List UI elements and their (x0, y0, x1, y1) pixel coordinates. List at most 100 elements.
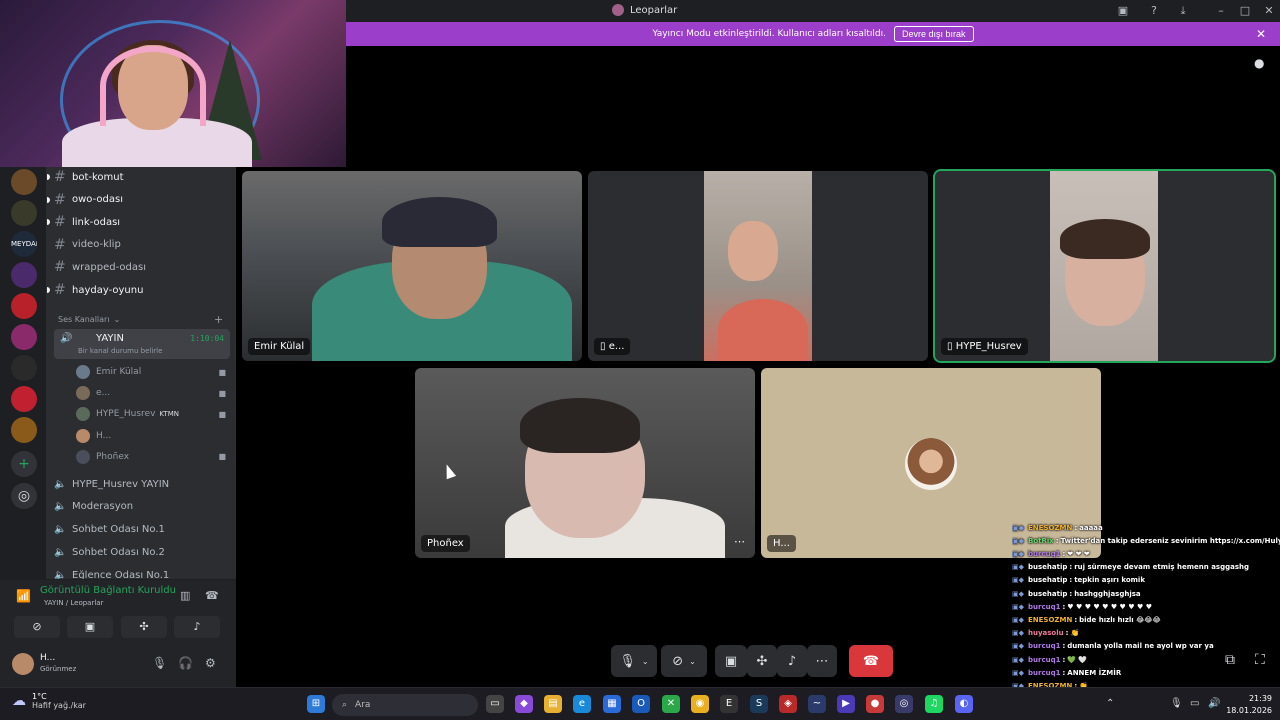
clock[interactable]: 21:39 18.01.2026 (1226, 693, 1272, 717)
chat-message: ▣◆ huyasolu: 👏 (1012, 627, 1280, 640)
microphone-button[interactable]: 🎙 ⌄ (611, 645, 657, 677)
disconnect-icon[interactable]: ☎ (205, 589, 219, 602)
disconnect-call-button[interactable]: ☎ (849, 645, 893, 677)
more-options-button[interactable]: ⋯ (807, 645, 837, 677)
channel-wrapped-odası[interactable]: # wrapped-odası (54, 257, 230, 277)
call-controls: 🎙 ⌄ ⊘ ⌄ ▣ ✣ ♪ ⋯ ☎ (611, 645, 893, 677)
server-icon[interactable] (11, 355, 37, 381)
server-icon[interactable] (11, 169, 37, 195)
epic-games-icon[interactable]: E (720, 695, 738, 713)
server-icon[interactable] (11, 200, 37, 226)
voice-channel[interactable]: 🔈 Eğlence Odası No.1 (54, 565, 230, 579)
settings-gear-icon[interactable]: ⚙ (205, 656, 216, 670)
voice-member[interactable]: Emir Külal ■ (76, 362, 230, 382)
video-tile-e[interactable]: ▯ e... (588, 171, 928, 361)
steam-icon[interactable]: S (750, 695, 768, 713)
microphone-icon[interactable]: 🎙 (1170, 698, 1183, 709)
voice-channel[interactable]: 🔈 Sohbet Odası No.2 (54, 542, 230, 562)
banner-close-icon[interactable]: ✕ (1256, 27, 1266, 41)
store-icon[interactable]: ▦ (603, 695, 621, 713)
chat-user: busehatip (1028, 589, 1068, 598)
voice-member[interactable]: Phoñex ■ (76, 447, 230, 467)
video-tile-hype-husrev[interactable]: ▯ HYPE_Husrev (933, 169, 1276, 363)
chat-text: 👏 (1070, 629, 1080, 638)
server-icon[interactable] (11, 417, 37, 443)
outlook-icon[interactable]: O (632, 695, 650, 713)
copilot-icon[interactable]: ◆ (515, 695, 533, 713)
voice-member[interactable]: H... (76, 426, 230, 446)
streamer-webcam (0, 0, 346, 167)
disable-streamer-mode-button[interactable]: Devre dışı bırak (894, 26, 974, 42)
voice-channel[interactable]: 🔈 Sohbet Odası No.1 (54, 520, 230, 540)
minimize-icon[interactable]: – (1214, 4, 1228, 18)
chat-message: ▣◆ burcuq1: dumanla yolla mail ne ayol wp … (1012, 640, 1280, 653)
video-tile-emir[interactable]: Emir Külal (242, 171, 582, 361)
channel-hayday-oyunu[interactable]: # hayday-oyunu (47, 280, 230, 300)
soundboard-button[interactable]: ♪ (174, 616, 220, 638)
chat-text: 💚 🤍 (1067, 655, 1088, 664)
headphones-icon[interactable]: 🎧 (178, 656, 193, 670)
soundboard-icon[interactable]: ▥ (180, 589, 190, 602)
app-icon[interactable]: ◎ (895, 695, 913, 713)
channel-link-odası[interactable]: # link-odası (47, 212, 230, 232)
video-tile-phonex[interactable]: Phoñex ⋯ (415, 368, 755, 558)
monitor-icon[interactable]: ▭ (1190, 698, 1199, 709)
voice-channel-yayin[interactable]: 🔊 YAYIN 1:10:04 Bir kanal durumu belirle (54, 329, 230, 359)
voice-member[interactable]: e... ■ (76, 383, 230, 403)
close-icon[interactable]: ✕ (1262, 4, 1276, 18)
voice-channel[interactable]: 🔈 HYPE_Husrev YAYIN (54, 474, 230, 494)
more-options-icon[interactable]: ⋯ (734, 535, 745, 548)
chat-user: burcuq1 (1028, 655, 1061, 664)
connection-location[interactable]: YAYIN / Leoparlar (44, 599, 103, 607)
weather-widget[interactable]: ☁ 1°C Hafif yağ./kar (12, 692, 86, 710)
file-explorer-icon[interactable]: ▤ (544, 695, 562, 713)
signal-icon[interactable]: 📶 (16, 589, 31, 603)
chat-text: tepkin aşırı komik (1074, 576, 1145, 585)
screen-share-button[interactable]: ▣ (715, 645, 747, 677)
voice-category[interactable]: Ses Kanalları ⌄ (58, 315, 120, 324)
server-icon[interactable] (11, 324, 37, 350)
badge-icon: ▣◆ (1012, 523, 1024, 532)
app-icon[interactable]: ~ (808, 695, 826, 713)
soundboard-button[interactable]: ♪ (777, 645, 807, 677)
server-icon[interactable] (11, 386, 37, 412)
activities-button[interactable]: ✣ (121, 616, 167, 638)
chevron-up-icon[interactable]: ⌃ (1106, 698, 1114, 709)
camera-off-button[interactable]: ⊘ (14, 616, 60, 638)
discover-icon[interactable]: ◎ (11, 483, 37, 509)
server-icon[interactable] (11, 262, 37, 288)
add-channel-icon[interactable]: + (214, 313, 223, 326)
edge-icon[interactable]: e (573, 695, 591, 713)
download-icon[interactable]: ⤓ (1176, 4, 1190, 18)
voice-channel[interactable]: 🔈 Moderasyon (54, 497, 230, 517)
channel-video-klip[interactable]: # video-klip (54, 235, 230, 255)
screen-share-button[interactable]: ▣ (67, 616, 113, 638)
app-icon[interactable]: ▶ (837, 695, 855, 713)
server-icon[interactable]: MEYDAN (11, 231, 37, 257)
badge-icon: ▣◆ (1012, 655, 1024, 664)
streamer-mode-banner: Yayıncı Modu etkinleştirildi. Kullanıcı … (346, 22, 1280, 46)
chrome-icon[interactable]: ◉ (691, 695, 709, 713)
avatar[interactable] (12, 653, 34, 675)
xbox-icon[interactable]: ✕ (662, 695, 680, 713)
maximize-icon[interactable]: □ (1238, 4, 1252, 18)
inbox-icon[interactable]: ▣ (1116, 4, 1130, 18)
add-server-icon[interactable]: + (11, 451, 37, 477)
discord-icon[interactable]: ◐ (955, 695, 973, 713)
microphone-icon[interactable]: 🎙 (152, 656, 167, 670)
camera-button[interactable]: ⊘ ⌄ (661, 645, 707, 677)
search-input[interactable]: ⌕ Ara (332, 694, 478, 716)
chat-bubble-icon[interactable]: ● (1254, 56, 1264, 70)
volume-icon[interactable]: 🔊 (1208, 698, 1220, 709)
app-icon[interactable]: ◈ (779, 695, 797, 713)
channel-bot-komut[interactable]: # bot-komut (47, 167, 230, 187)
start-icon[interactable]: ⊞ (307, 695, 325, 713)
channel-owo-odası[interactable]: # owo-odası (47, 190, 230, 210)
voice-member[interactable]: HYPE_Husrev KTMN ■ (76, 404, 230, 424)
task-view-icon[interactable]: ▭ (486, 695, 504, 713)
app-icon[interactable]: ● (866, 695, 884, 713)
help-icon[interactable]: ? (1147, 4, 1161, 18)
activities-button[interactable]: ✣ (747, 645, 777, 677)
server-icon[interactable] (11, 293, 37, 319)
spotify-icon[interactable]: ♫ (925, 695, 943, 713)
